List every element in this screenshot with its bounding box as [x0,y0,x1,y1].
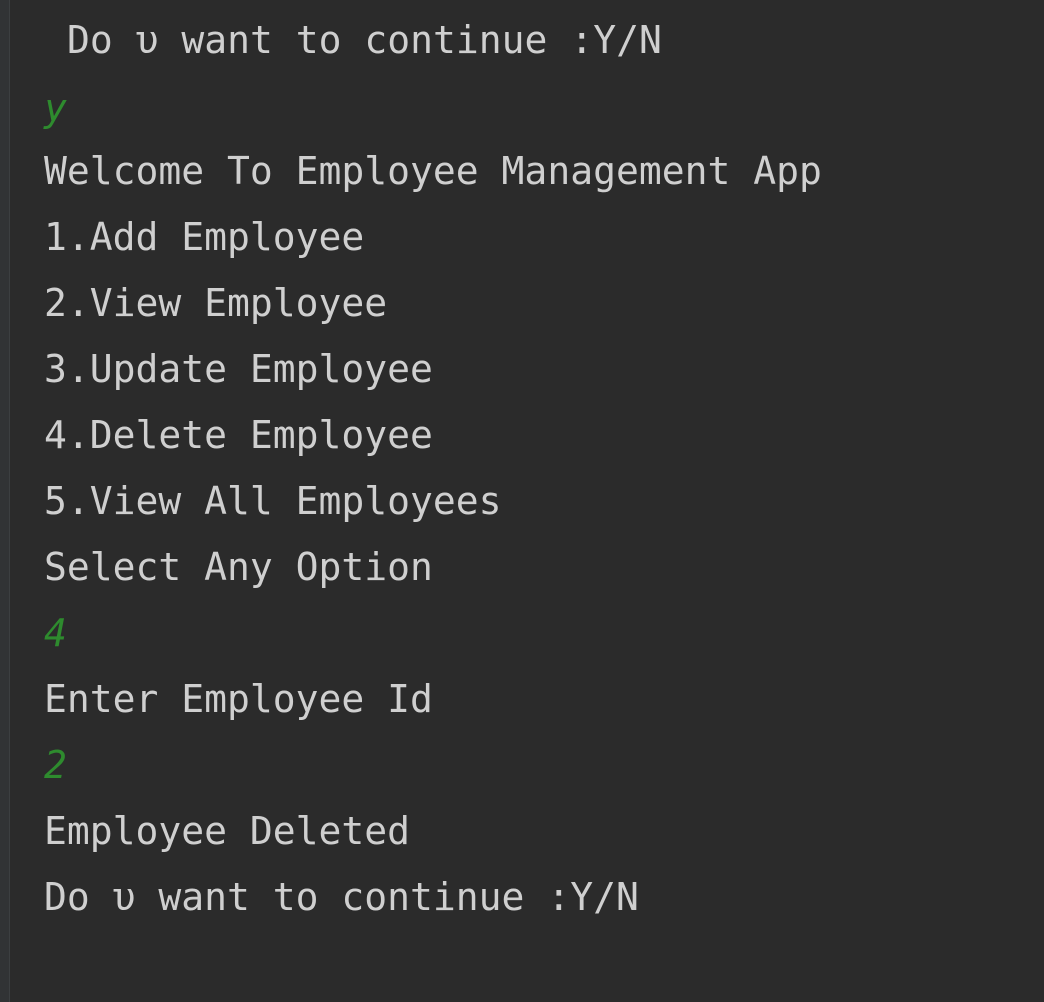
console-menu-option-view-all: 5.View All Employees [44,479,502,523]
console-line-welcome: Welcome To Employee Management App [44,149,822,193]
console-menu-option-add: 1.Add Employee [44,215,365,259]
console-menu-option-update: 3.Update Employee [44,347,433,391]
console-user-input-id: 2 [44,743,67,787]
console-menu-option-view: 2.View Employee [44,281,388,325]
console-line-select-option: Select Any Option [44,545,433,589]
console-user-input-option: 4 [44,611,67,655]
console-line-continue-prompt-2: Do υ want to continue :Y/N [44,875,639,919]
console-line-continue-prompt: Do υ want to continue :Y/N [67,18,662,62]
console-gutter [0,0,10,1002]
console-user-input-y: y [44,86,67,130]
run-console-output[interactable]: Do υ want to continue :Y/N y Welcome To … [44,0,1034,1002]
console-menu-option-delete: 4.Delete Employee [44,413,433,457]
console-line-enter-id: Enter Employee Id [44,677,433,721]
console-line-employee-deleted: Employee Deleted [44,809,411,853]
